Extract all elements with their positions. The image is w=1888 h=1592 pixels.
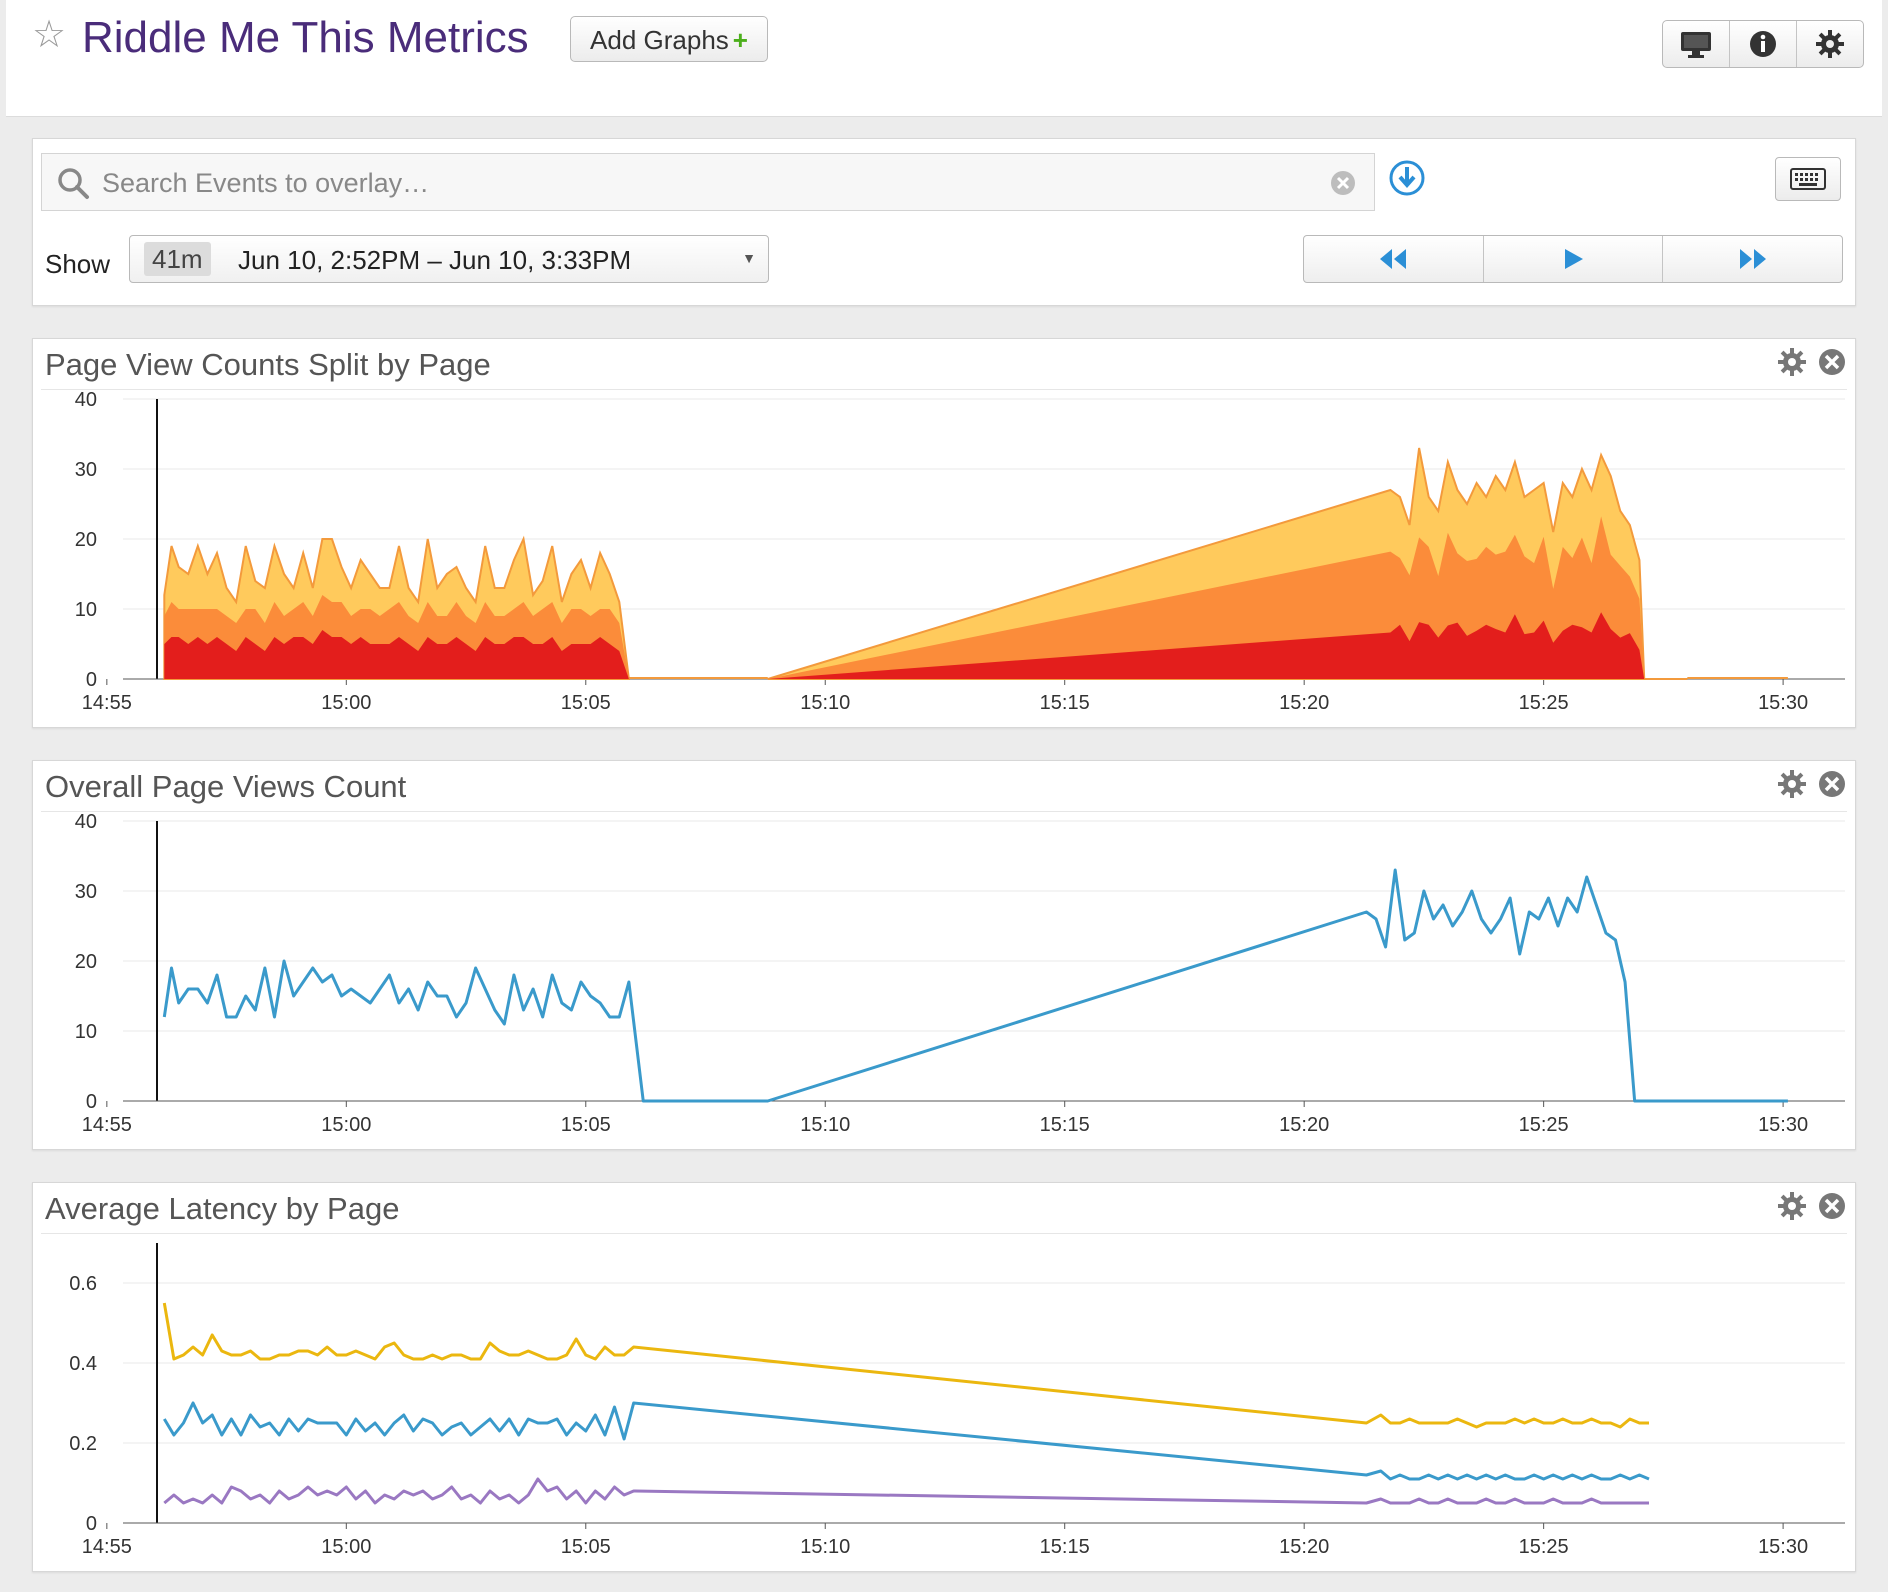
- caret-down-icon: ▼: [742, 250, 756, 266]
- x-tick-label: 15:00: [321, 692, 371, 714]
- monitor-icon: [1681, 32, 1711, 58]
- rewind-button[interactable]: [1304, 236, 1484, 282]
- graph-panel-page-view-split: Page View Counts Split by Page 0 10 20 30 40…: [32, 338, 1856, 728]
- x-tick-label: 15:05: [561, 1114, 611, 1136]
- y-tick-label: 40: [75, 811, 97, 833]
- keyboard-shortcuts-button[interactable]: [1775, 157, 1841, 201]
- y-tick-label: 0: [86, 1513, 97, 1535]
- y-tick-label: 0: [86, 1091, 97, 1113]
- gear-icon: [1816, 30, 1844, 58]
- clear-search-icon[interactable]: [1330, 170, 1356, 196]
- header-button-group: [1662, 20, 1864, 68]
- line-chart: 0 10 20 30 40 14:55 15:00 15:05 15:10 15:15 15:20 1…: [75, 811, 1845, 1136]
- show-label: Show: [45, 249, 111, 279]
- play-button[interactable]: [1484, 236, 1664, 282]
- x-tick-label: 15:15: [1040, 1536, 1090, 1558]
- range-text: Jun 10, 2:52PM – Jun 10, 3:33PM: [238, 245, 632, 275]
- x-tick-label: 15:05: [561, 692, 611, 714]
- x-tick-label: 14:55: [82, 1536, 132, 1558]
- y-tick-label: 0.6: [69, 1273, 97, 1295]
- x-tick-label: 15:25: [1519, 1114, 1569, 1136]
- x-tick-label: 15:20: [1279, 692, 1329, 714]
- latency-line: [163, 1401, 1650, 1481]
- x-tick-label: 15:15: [1040, 692, 1090, 714]
- y-tick-label: 20: [75, 951, 97, 973]
- search-placeholder: Search Events to overlay…: [102, 168, 430, 198]
- dashboard-title: Riddle Me This Metrics: [82, 13, 529, 62]
- x-tick-label: 15:30: [1758, 692, 1808, 714]
- dashboard-header: ☆ Riddle Me This Metrics Add Graphs +: [6, 0, 1882, 117]
- x-tick-label: 15:30: [1758, 1536, 1808, 1558]
- latency-line: [162, 1302, 1650, 1429]
- x-tick-label: 15:20: [1279, 1114, 1329, 1136]
- rewind-icon: [1380, 249, 1407, 269]
- graph-panel-average-latency: Average Latency by Page 0 0.2 0.4 0.6 14:55 1…: [32, 1182, 1856, 1572]
- range-duration-badge: 41m: [144, 242, 211, 276]
- x-tick-label: 15:20: [1279, 1536, 1329, 1558]
- info-button[interactable]: [1730, 21, 1797, 67]
- x-tick-label: 15:10: [800, 692, 850, 714]
- play-icon: [1565, 249, 1583, 269]
- search-icon: [58, 168, 89, 199]
- event-search-input[interactable]: Search Events to overlay…: [41, 153, 1375, 211]
- info-icon: [1750, 31, 1776, 57]
- time-navigation: [1303, 235, 1843, 283]
- y-tick-label: 30: [75, 881, 97, 903]
- x-tick-label: 15:30: [1758, 1114, 1808, 1136]
- multi-line-chart: 0 0.2 0.4 0.6 14:55 15:00 15:05 15:10 15:15 15:20…: [69, 1243, 1845, 1558]
- x-tick-label: 15:25: [1519, 1536, 1569, 1558]
- graph-panel-overall-page-views: Overall Page Views Count 0 10 20 30 40 14:55 1…: [32, 760, 1856, 1150]
- y-tick-label: 0.2: [69, 1433, 97, 1455]
- x-tick-label: 15:15: [1040, 1114, 1090, 1136]
- x-tick-label: 14:55: [82, 1114, 132, 1136]
- controls-panel: Search Events to overlay… Show 41m Jun 1…: [32, 138, 1856, 306]
- download-overlay-icon[interactable]: [1388, 159, 1426, 197]
- plus-icon: +: [732, 25, 748, 55]
- y-tick-label: 10: [75, 599, 97, 621]
- x-tick-label: 15:00: [321, 1114, 371, 1136]
- add-graphs-button[interactable]: Add Graphs +: [570, 16, 768, 62]
- keyboard-icon: [1790, 168, 1826, 190]
- fast-forward-icon: [1739, 249, 1766, 269]
- y-tick-label: 0: [86, 669, 97, 691]
- y-tick-label: 10: [75, 1021, 97, 1043]
- y-tick-label: 20: [75, 529, 97, 551]
- time-range-select[interactable]: 41m Jun 10, 2:52PM – Jun 10, 3:33PM ▼: [129, 235, 769, 283]
- add-graphs-label: Add Graphs: [590, 25, 729, 55]
- x-tick-label: 15:10: [800, 1536, 850, 1558]
- x-tick-label: 15:10: [800, 1114, 850, 1136]
- x-tick-label: 15:25: [1519, 692, 1569, 714]
- star-icon[interactable]: ☆: [32, 16, 66, 54]
- latency-line: [163, 1477, 1650, 1505]
- settings-button[interactable]: [1797, 21, 1863, 67]
- area-chart: 0 10 20 30 40 14:55 15:00 15:05 15:10 15:15 15:20 1…: [75, 389, 1845, 714]
- y-tick-label: 0.4: [69, 1353, 97, 1375]
- x-tick-label: 14:55: [82, 692, 132, 714]
- y-tick-label: 40: [75, 389, 97, 411]
- x-tick-label: 15:05: [561, 1536, 611, 1558]
- tv-mode-button[interactable]: [1663, 21, 1730, 67]
- x-tick-label: 15:00: [321, 1536, 371, 1558]
- y-tick-label: 30: [75, 459, 97, 481]
- page-views-line: [162, 868, 1788, 1103]
- fast-forward-button[interactable]: [1663, 236, 1842, 282]
